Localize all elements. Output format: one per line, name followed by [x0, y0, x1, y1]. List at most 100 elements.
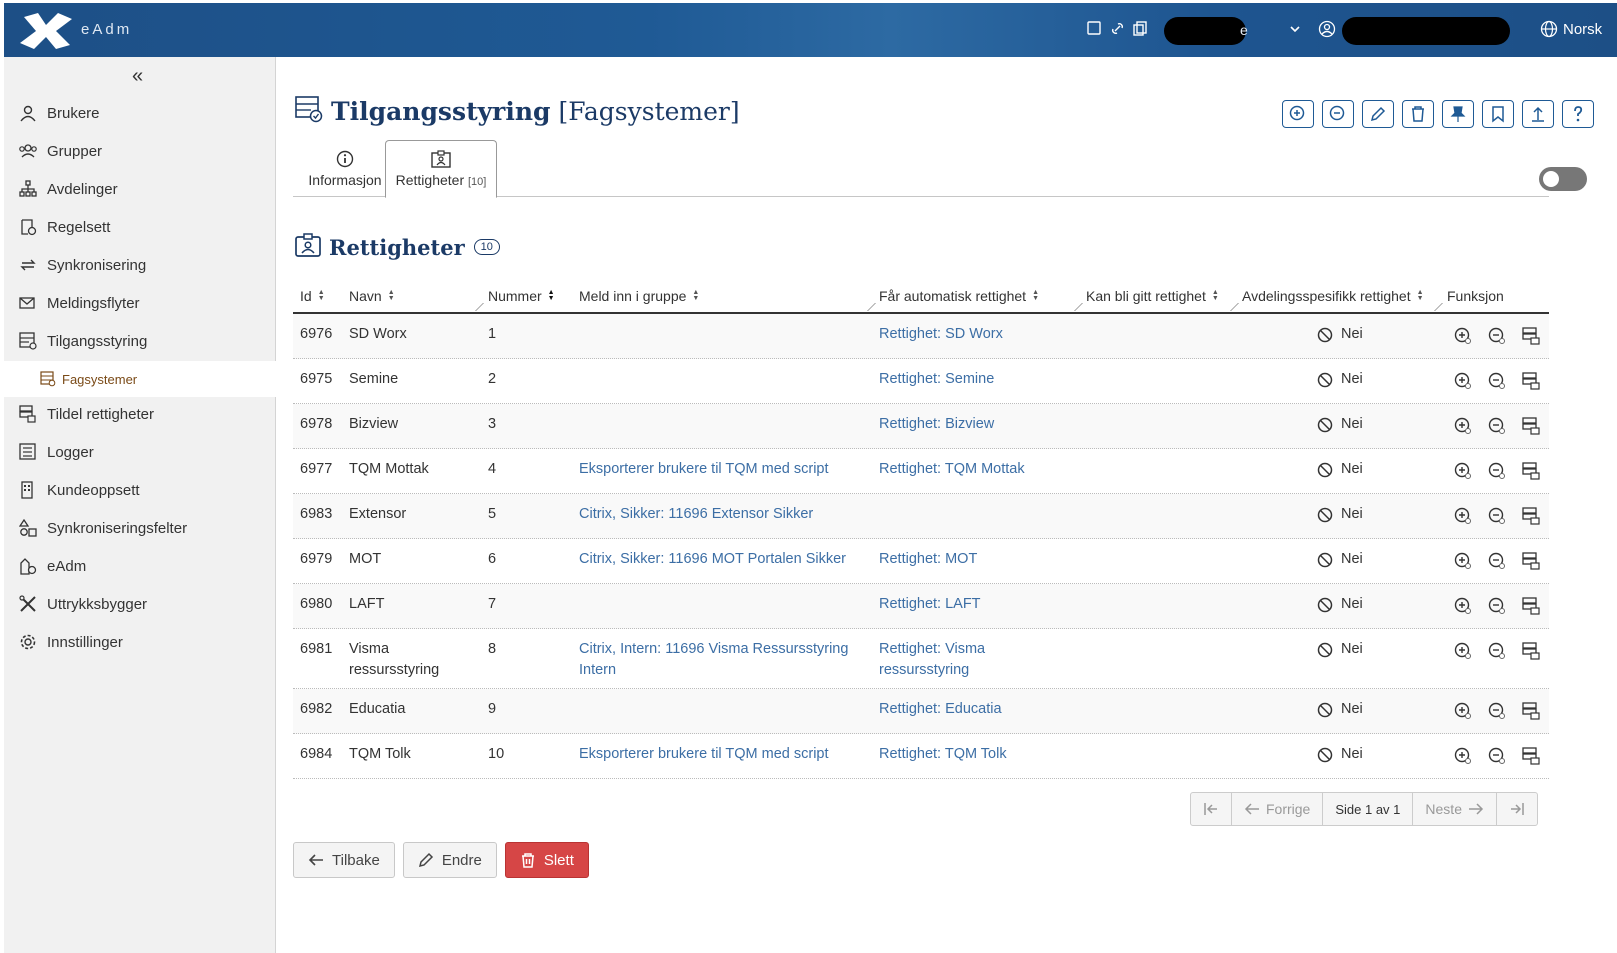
sidebar-item-uttrykksbygger[interactable]: Uttrykksbygger: [4, 586, 276, 622]
collapse-sidebar-icon[interactable]: «: [132, 65, 143, 88]
cell-meld-inn-link[interactable]: Citrix, Intern: 11696 Visma Ressursstyri…: [579, 639, 869, 681]
column-header-id[interactable]: Id ▲ ▼: [300, 288, 325, 304]
eadm-logo[interactable]: [18, 11, 74, 51]
cell-auto-link[interactable]: Rettighet: Bizview: [879, 414, 1064, 435]
chevron-down-icon[interactable]: [1288, 22, 1302, 40]
edit-button[interactable]: [1362, 100, 1394, 128]
minus-circle-icon[interactable]: [1487, 641, 1507, 661]
column-header-meld-inn[interactable]: Meld inn i gruppe ▲ ▼: [579, 288, 699, 304]
resize-handle[interactable]: [1427, 303, 1443, 311]
column-header-kan-bli-gitt[interactable]: Kan bli gitt rettighet ▲ ▼: [1086, 288, 1219, 304]
cell-auto-link[interactable]: Rettighet: Visma ressursstyring: [879, 639, 1064, 681]
table-row[interactable]: 6980 LAFT 7 Rettighet: LAFT Nei: [293, 584, 1549, 629]
table-row[interactable]: 6978 Bizview 3 Rettighet: Bizview Nei: [293, 404, 1549, 449]
table-row[interactable]: 6981 Visma ressursstyring 8 Citrix, Intern:…: [293, 629, 1549, 689]
table-row[interactable]: 6979 MOT 6 Citrix, Sikker: 11696 MOT Portal…: [293, 539, 1549, 584]
tab-informasjon[interactable]: Informasjon: [293, 140, 397, 197]
assign-icon[interactable]: [1521, 326, 1541, 346]
table-row[interactable]: 6975 Semine 2 Rettighet: Semine Nei: [293, 359, 1549, 404]
minus-circle-icon[interactable]: [1487, 461, 1507, 481]
add-circle-icon[interactable]: [1453, 371, 1473, 391]
minus-circle-icon[interactable]: [1487, 701, 1507, 721]
prev-page-button[interactable]: Forrige: [1232, 793, 1324, 825]
sidebar-item-synkroniseringsfelter[interactable]: Synkroniseringsfelter: [4, 510, 276, 546]
globe-icon[interactable]: [1540, 20, 1558, 42]
add-circle-icon[interactable]: [1453, 701, 1473, 721]
assign-icon[interactable]: [1521, 461, 1541, 481]
next-page-button[interactable]: Neste: [1413, 793, 1497, 825]
resize-handle[interactable]: [1067, 303, 1083, 311]
cell-auto-link[interactable]: Rettighet: TQM Mottak: [879, 459, 1064, 480]
delete-bottom-button[interactable]: Slett: [504, 842, 589, 878]
column-header-navn[interactable]: Navn ▲ ▼: [349, 288, 395, 304]
column-header-avdeling[interactable]: Avdelingsspesifikk rettighet ▲ ▼: [1242, 288, 1424, 304]
add-circle-icon[interactable]: [1453, 641, 1473, 661]
assign-icon[interactable]: [1521, 596, 1541, 616]
column-header-nummer[interactable]: Nummer ▲ ▼: [488, 288, 555, 304]
edit-bottom-button[interactable]: Endre: [402, 842, 497, 878]
resize-handle[interactable]: [860, 303, 876, 311]
add-circle-icon[interactable]: [1453, 746, 1473, 766]
resize-handle[interactable]: [468, 303, 484, 311]
cell-auto-link[interactable]: Rettighet: Semine: [879, 369, 1064, 390]
sidebar-item-kundeoppsett[interactable]: Kundeoppsett: [4, 472, 276, 508]
sidebar-item-avdelinger[interactable]: Avdelinger: [4, 171, 276, 207]
language-selector[interactable]: Norsk: [1563, 21, 1602, 38]
minus-circle-icon[interactable]: [1487, 746, 1507, 766]
last-page-button[interactable]: [1497, 793, 1537, 825]
sidebar-item-innstillinger[interactable]: Innstillinger: [4, 624, 276, 660]
sidebar-item-brukere[interactable]: Brukere: [4, 95, 276, 131]
cell-meld-inn-link[interactable]: Citrix, Sikker: 11696 Extensor Sikker: [579, 504, 869, 525]
sidebar-item-logger[interactable]: Logger: [4, 434, 276, 470]
delete-button[interactable]: [1402, 100, 1434, 128]
assign-icon[interactable]: [1521, 416, 1541, 436]
cell-meld-inn-link[interactable]: Citrix, Sikker: 11696 MOT Portalen Sikke…: [579, 549, 869, 570]
minus-circle-icon[interactable]: [1487, 326, 1507, 346]
sidebar-item-tilgangsstyring[interactable]: Tilgangsstyring: [4, 323, 276, 359]
cell-meld-inn-link[interactable]: Eksporterer brukere til TQM med script: [579, 459, 869, 480]
minus-circle-icon[interactable]: [1487, 596, 1507, 616]
add-circle-icon[interactable]: [1453, 506, 1473, 526]
add-circle-icon[interactable]: [1453, 326, 1473, 346]
sidebar-item-synkronisering[interactable]: Synkronisering: [4, 247, 276, 283]
sidebar-item-regelsett[interactable]: Regelsett: [4, 209, 276, 245]
assign-icon[interactable]: [1521, 551, 1541, 571]
table-row[interactable]: 6983 Extensor 5 Citrix, Sikker: 11696 Exten…: [293, 494, 1549, 539]
view-toggle[interactable]: [1539, 167, 1587, 191]
minus-circle-icon[interactable]: [1487, 416, 1507, 436]
table-row[interactable]: 6977 TQM Mottak 4 Eksporterer brukere til T…: [293, 449, 1549, 494]
note-icon[interactable]: [1086, 20, 1103, 37]
cell-auto-link[interactable]: Rettighet: MOT: [879, 549, 1064, 570]
cell-auto-link[interactable]: Rettighet: Educatia: [879, 699, 1064, 720]
add-button[interactable]: [1282, 100, 1314, 128]
bookmark-button[interactable]: [1482, 100, 1514, 128]
user-circle-icon[interactable]: [1318, 20, 1336, 42]
assign-icon[interactable]: [1521, 746, 1541, 766]
tab-rettigheter[interactable]: Rettigheter [10]: [385, 140, 497, 198]
copy-icon[interactable]: [1132, 20, 1149, 37]
table-row[interactable]: 6976 SD Worx 1 Rettighet: SD Worx Nei: [293, 314, 1549, 359]
minus-circle-icon[interactable]: [1487, 371, 1507, 391]
link-icon[interactable]: [1109, 20, 1126, 37]
sidebar-item-grupper[interactable]: Grupper: [4, 133, 276, 169]
sidebar-item-fagsystemer[interactable]: Fagsystemer: [4, 361, 276, 397]
add-circle-icon[interactable]: [1453, 596, 1473, 616]
add-circle-icon[interactable]: [1453, 551, 1473, 571]
cell-auto-link[interactable]: Rettighet: SD Worx: [879, 324, 1064, 345]
cell-auto-link[interactable]: Rettighet: LAFT: [879, 594, 1064, 615]
assign-icon[interactable]: [1521, 506, 1541, 526]
add-circle-icon[interactable]: [1453, 461, 1473, 481]
back-button[interactable]: Tilbake: [293, 842, 395, 878]
resize-handle[interactable]: [1223, 303, 1239, 311]
cell-meld-inn-link[interactable]: Eksporterer brukere til TQM med script: [579, 744, 869, 765]
table-row[interactable]: 6982 Educatia 9 Rettighet: Educatia Nei: [293, 689, 1549, 734]
assign-icon[interactable]: [1521, 371, 1541, 391]
remove-button[interactable]: [1322, 100, 1354, 128]
add-circle-icon[interactable]: [1453, 416, 1473, 436]
help-button[interactable]: [1562, 100, 1594, 128]
pin-button[interactable]: [1442, 100, 1474, 128]
column-header-auto[interactable]: Får automatisk rettighet ▲ ▼: [879, 288, 1039, 304]
assign-icon[interactable]: [1521, 701, 1541, 721]
sidebar-item-tildel-rettigheter[interactable]: Tildel rettigheter: [4, 396, 276, 432]
sidebar-item-meldingsflyter[interactable]: Meldingsflyter: [4, 285, 276, 321]
